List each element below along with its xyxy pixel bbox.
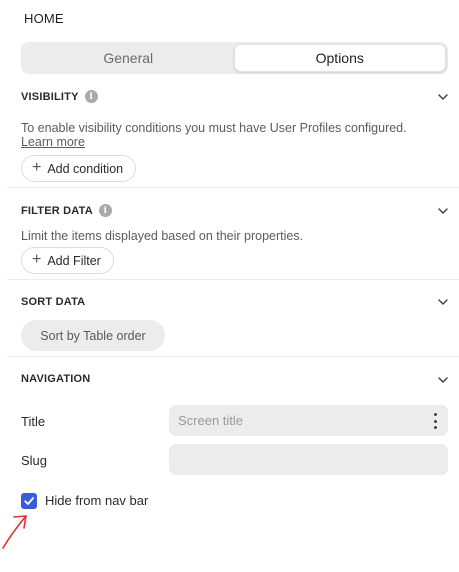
add-filter-label: Add Filter	[47, 253, 101, 268]
filter-description: Limit the items displayed based on their…	[21, 229, 304, 243]
info-icon[interactable]: i	[84, 90, 98, 103]
navigation-section-header[interactable]: NAVIGATION	[21, 373, 90, 385]
visibility-description: To enable visibility conditions you must…	[21, 121, 407, 135]
slug-input[interactable]	[169, 444, 448, 475]
page-title: HOME	[24, 11, 64, 26]
filter-title: FILTER DATA	[21, 204, 93, 217]
add-filter-button[interactable]: + Add Filter	[21, 247, 114, 274]
more-options-icon[interactable]	[433, 413, 437, 429]
tab-general[interactable]: General	[23, 44, 234, 72]
title-label: Title	[21, 414, 46, 429]
plus-icon: +	[32, 251, 42, 268]
divider	[7, 187, 459, 188]
chevron-down-icon[interactable]	[437, 296, 449, 308]
checkmark-icon	[24, 497, 34, 505]
learn-more-link[interactable]: Learn more	[21, 135, 85, 149]
add-condition-label: Add condition	[47, 161, 124, 176]
chevron-down-icon[interactable]	[437, 205, 449, 217]
filter-section-header[interactable]: FILTER DATA i	[21, 204, 112, 217]
info-icon[interactable]: i	[98, 204, 112, 217]
screen-title-input[interactable]: Screen title	[169, 405, 448, 436]
hide-from-nav-checkbox[interactable]	[21, 493, 37, 509]
sort-title: SORT DATA	[21, 296, 86, 308]
navigation-title: NAVIGATION	[21, 373, 91, 385]
chevron-down-icon[interactable]	[437, 91, 449, 103]
chevron-down-icon[interactable]	[437, 374, 449, 386]
slug-label: Slug	[21, 453, 48, 468]
sort-order-button[interactable]: Sort by Table order	[21, 320, 165, 351]
visibility-title: VISIBILITY	[21, 90, 79, 103]
screen-title-placeholder: Screen title	[178, 413, 244, 428]
annotation-arrow-icon	[2, 515, 27, 549]
settings-tabs: General Options	[21, 42, 448, 74]
add-condition-button[interactable]: + Add condition	[21, 155, 137, 182]
tab-options[interactable]: Options	[233, 44, 446, 72]
hide-from-nav-label: Hide from nav bar	[45, 493, 149, 508]
visibility-section-header[interactable]: VISIBILITY i	[21, 90, 98, 103]
divider	[7, 356, 459, 357]
sort-section-header[interactable]: SORT DATA	[21, 296, 85, 308]
divider	[7, 279, 459, 280]
plus-icon: +	[32, 159, 42, 176]
